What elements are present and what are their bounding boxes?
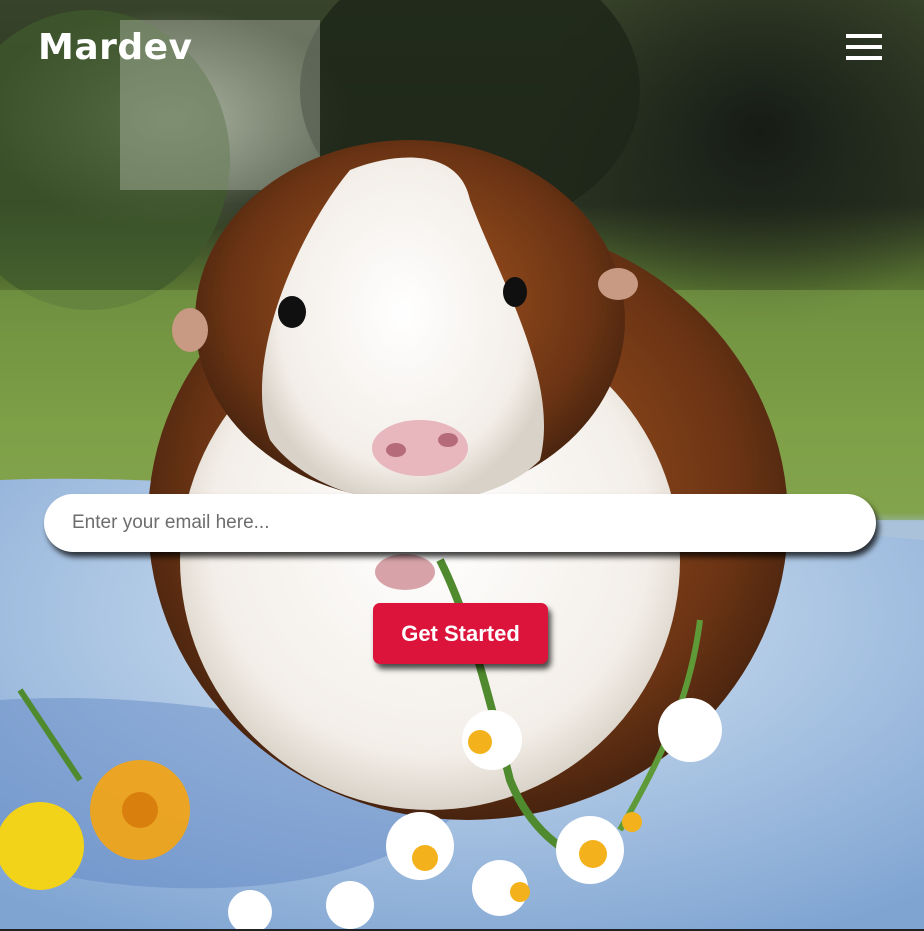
hero-section: Mardev Get Started	[0, 0, 924, 931]
email-input[interactable]	[44, 494, 876, 552]
brand-logo[interactable]: Mardev	[38, 26, 193, 70]
hamburger-menu-icon	[846, 34, 882, 62]
hero-background-image	[0, 0, 924, 931]
menu-button[interactable]	[842, 30, 886, 66]
get-started-button[interactable]: Get Started	[373, 603, 548, 664]
